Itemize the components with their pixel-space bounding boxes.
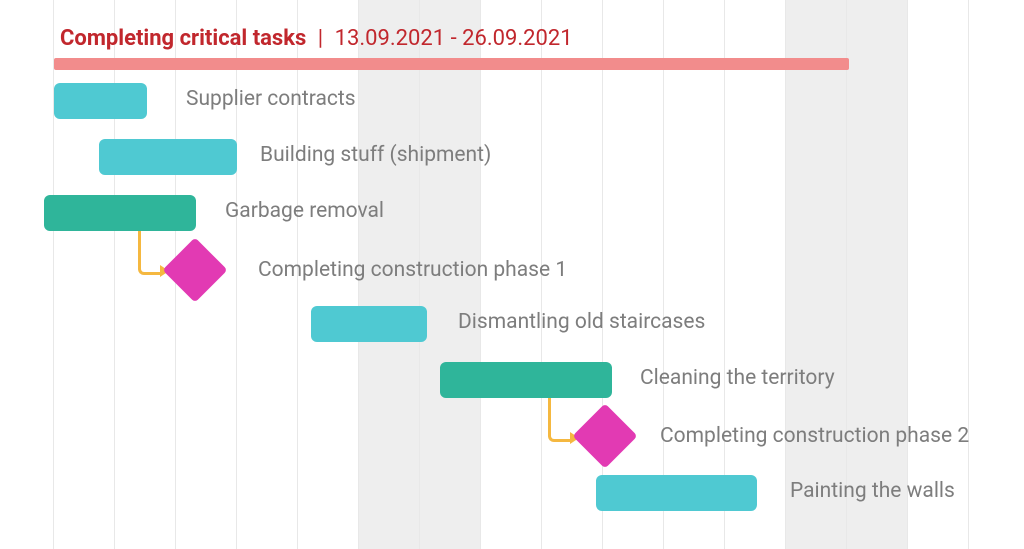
task-bar-building-stuff[interactable]	[99, 139, 237, 175]
task-label: Cleaning the territory	[640, 366, 835, 390]
task-label: Supplier contracts	[186, 87, 356, 111]
task-row: Cleaning the territory	[0, 362, 1024, 398]
task-bar-dismantling[interactable]	[311, 306, 427, 342]
task-row: Supplier contracts	[0, 83, 1024, 119]
task-bar-garbage-removal[interactable]	[44, 195, 196, 231]
task-row: Painting the walls	[0, 475, 1024, 511]
task-label: Painting the walls	[790, 479, 955, 503]
task-bar-cleaning[interactable]	[440, 362, 612, 398]
task-bar-supplier-contracts[interactable]	[54, 83, 147, 119]
summary-name: Completing critical tasks	[60, 26, 306, 51]
summary-dates: 13.09.2021 - 26.09.2021	[335, 26, 573, 51]
task-row: Garbage removal	[0, 195, 1024, 231]
summary-title: Completing critical tasks | 13.09.2021 -…	[60, 26, 573, 51]
task-label: Garbage removal	[225, 199, 384, 223]
task-row: Dismantling old staircases	[0, 306, 1024, 342]
task-bar-painting[interactable]	[596, 475, 757, 511]
task-label: Dismantling old staircases	[458, 310, 705, 334]
title-separator: |	[318, 26, 323, 51]
summary-bar[interactable]	[54, 58, 849, 70]
gantt-chart: Completing critical tasks | 13.09.2021 -…	[0, 0, 1024, 549]
task-label: Completing construction phase 2	[660, 424, 969, 448]
task-label: Completing construction phase 1	[258, 258, 567, 282]
task-row: Building stuff (shipment)	[0, 139, 1024, 175]
task-label: Building stuff (shipment)	[260, 143, 491, 167]
